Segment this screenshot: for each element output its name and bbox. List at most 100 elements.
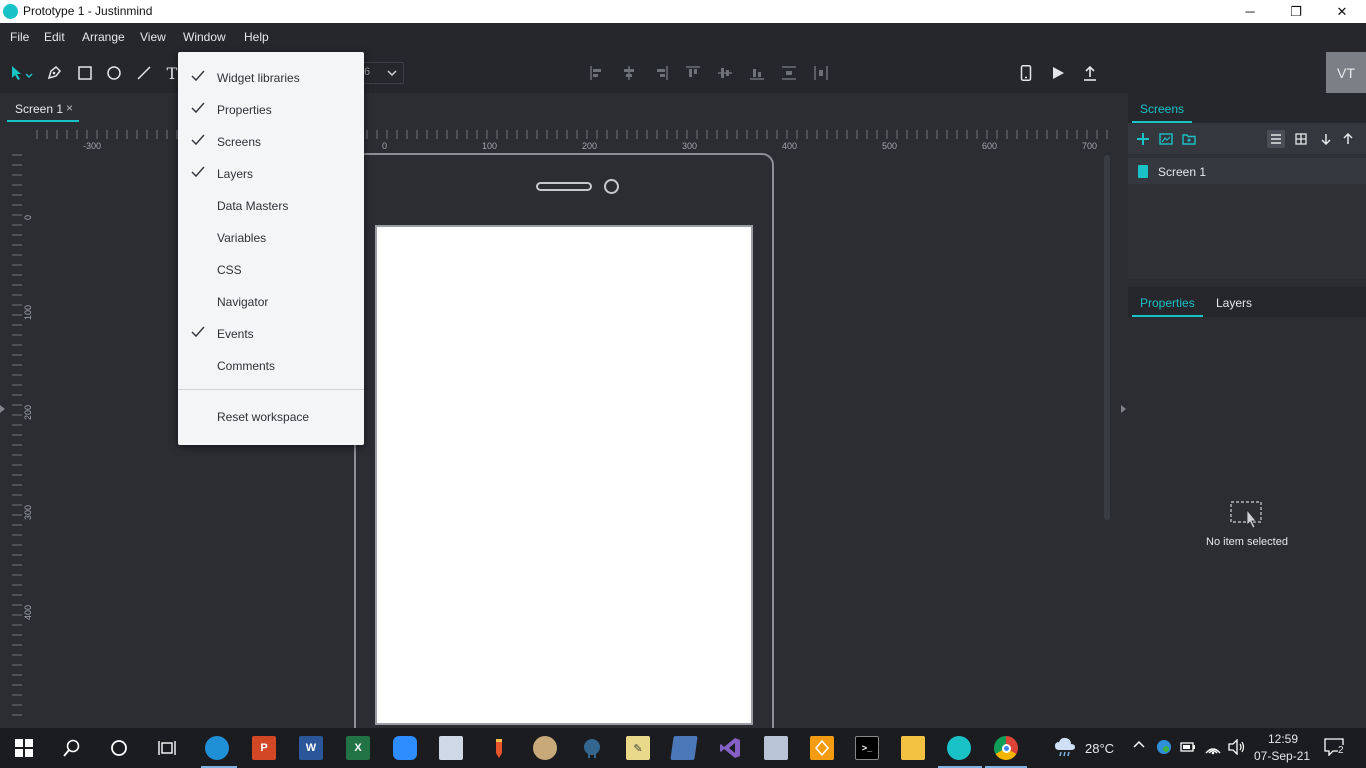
distribute-vertical-icon[interactable]: [781, 64, 797, 82]
screen-artboard[interactable]: [375, 225, 753, 725]
performance-monitor-icon[interactable]: [764, 736, 788, 760]
wifi-icon[interactable]: [1204, 739, 1222, 758]
menu-item-css[interactable]: CSS: [178, 253, 364, 285]
menu-item-label: Widget libraries: [217, 71, 300, 85]
properties-panel-header: Properties Layers: [1128, 287, 1366, 317]
screen-name: Screen 1: [1158, 165, 1207, 179]
structure-app-icon[interactable]: [810, 736, 834, 760]
distribute-horizontal-icon[interactable]: [813, 64, 829, 82]
tab-close-icon[interactable]: ×: [66, 101, 73, 115]
menu-item-label: Navigator: [217, 295, 269, 309]
menu-help[interactable]: Help: [244, 30, 269, 44]
canvas-vertical-scrollbar[interactable]: [1104, 155, 1110, 520]
chrome-icon[interactable]: [994, 736, 1018, 760]
maximize-button[interactable]: ❐: [1273, 0, 1319, 23]
select-tool-icon[interactable]: [8, 64, 36, 82]
zoom-value: 6: [364, 66, 371, 78]
user-avatar[interactable]: VT: [1326, 52, 1366, 93]
menu-item-properties[interactable]: Properties: [178, 93, 364, 125]
file-explorer-icon[interactable]: [901, 736, 925, 760]
menu-item-reset-workspace[interactable]: Reset workspace: [178, 400, 364, 432]
move-up-icon[interactable]: [1339, 130, 1357, 148]
edge-browser-icon[interactable]: [205, 736, 229, 760]
postgresql-icon[interactable]: [580, 736, 604, 760]
clock-date[interactable]: 07-Sep-21: [1254, 749, 1310, 763]
tab-properties[interactable]: Properties: [1132, 287, 1203, 317]
pen-tool-icon[interactable]: [45, 64, 63, 82]
chevron-down-icon[interactable]: [385, 64, 399, 82]
left-panel-collapse-icon[interactable]: [0, 405, 5, 413]
line-tool-icon[interactable]: [135, 64, 153, 82]
menu-item-screens[interactable]: Screens: [178, 125, 364, 157]
paint-app-icon[interactable]: [533, 736, 557, 760]
move-down-icon[interactable]: [1317, 130, 1335, 148]
menu-file[interactable]: File: [10, 30, 29, 44]
menu-arrange[interactable]: Arrange: [82, 30, 125, 44]
tab-layers[interactable]: Layers: [1216, 296, 1252, 310]
notepad-app-icon[interactable]: ✎: [626, 736, 650, 760]
menu-item-label: CSS: [217, 263, 242, 277]
powerpoint-icon[interactable]: P: [252, 736, 276, 760]
tab-screen-1[interactable]: Screen 1 ×: [7, 93, 79, 122]
minimize-button[interactable]: ─: [1227, 0, 1273, 23]
windows-start-icon[interactable]: [12, 736, 36, 760]
menu-item-label: Reset workspace: [217, 410, 310, 424]
play-simulate-icon[interactable]: [1050, 64, 1066, 82]
align-bottom-icon[interactable]: [749, 64, 765, 82]
cortana-icon[interactable]: [107, 736, 131, 760]
battery-icon[interactable]: [1180, 740, 1196, 757]
align-top-icon[interactable]: [685, 64, 701, 82]
align-left-icon[interactable]: [589, 64, 605, 82]
ruler-label: 0: [23, 215, 33, 220]
add-template-icon[interactable]: [1157, 130, 1175, 148]
menu-item-navigator[interactable]: Navigator: [178, 285, 364, 317]
weather-icon[interactable]: [1053, 736, 1077, 761]
rectangle-tool-icon[interactable]: [76, 64, 94, 82]
terminal-icon[interactable]: >_: [855, 736, 879, 760]
menu-item-variables[interactable]: Variables: [178, 221, 364, 253]
clapperboard-icon[interactable]: [670, 736, 698, 760]
menu-view[interactable]: View: [140, 30, 166, 44]
excel-icon[interactable]: X: [346, 736, 370, 760]
menu-item-layers[interactable]: Layers: [178, 157, 364, 189]
ruler-label: -300: [83, 141, 101, 150]
device-preview-icon[interactable]: [1018, 64, 1034, 82]
menu-edit[interactable]: Edit: [44, 30, 65, 44]
right-panel-collapse-icon[interactable]: [1121, 405, 1126, 413]
close-window-button[interactable]: ✕: [1319, 0, 1365, 23]
menu-item-events[interactable]: Events: [178, 317, 364, 349]
tab-screens[interactable]: Screens: [1132, 93, 1193, 123]
checkmark-icon: [191, 102, 205, 114]
export-publish-icon[interactable]: [1082, 64, 1098, 82]
volume-icon[interactable]: [1228, 738, 1246, 758]
visual-studio-icon[interactable]: [718, 736, 742, 760]
pencil-app-icon[interactable]: [487, 736, 511, 760]
justinmind-taskbar-icon[interactable]: [947, 736, 971, 760]
checkmark-icon: [191, 166, 205, 178]
clock-time[interactable]: 12:59: [1268, 732, 1298, 746]
align-right-icon[interactable]: [653, 64, 669, 82]
text-tool-icon[interactable]: T: [165, 64, 179, 83]
zoom-meetings-icon[interactable]: [393, 736, 417, 760]
menu-window[interactable]: Window: [183, 30, 226, 44]
list-view-icon[interactable]: [1267, 130, 1285, 148]
network-globe-icon[interactable]: [1156, 739, 1172, 758]
list-item[interactable]: Screen 1: [1128, 158, 1366, 184]
menu-item-data-masters[interactable]: Data Masters: [178, 189, 364, 221]
notification-count: 2: [1338, 745, 1344, 756]
screen-capture-icon[interactable]: [439, 736, 463, 760]
grid-view-icon[interactable]: [1292, 130, 1310, 148]
weather-temperature[interactable]: 28°C: [1085, 741, 1114, 756]
menu-item-widget-libraries[interactable]: Widget libraries: [178, 61, 364, 93]
align-middle-icon[interactable]: [717, 64, 733, 82]
task-view-icon[interactable]: [155, 736, 179, 760]
ellipse-tool-icon[interactable]: [105, 64, 123, 82]
word-icon[interactable]: W: [299, 736, 323, 760]
tray-overflow-icon[interactable]: [1133, 739, 1145, 754]
add-folder-icon[interactable]: [1180, 130, 1198, 148]
ruler-label: 100: [482, 141, 497, 150]
add-screen-icon[interactable]: [1134, 130, 1152, 148]
search-icon[interactable]: [60, 736, 84, 760]
align-center-icon[interactable]: [621, 64, 637, 82]
menu-item-comments[interactable]: Comments: [178, 349, 364, 381]
